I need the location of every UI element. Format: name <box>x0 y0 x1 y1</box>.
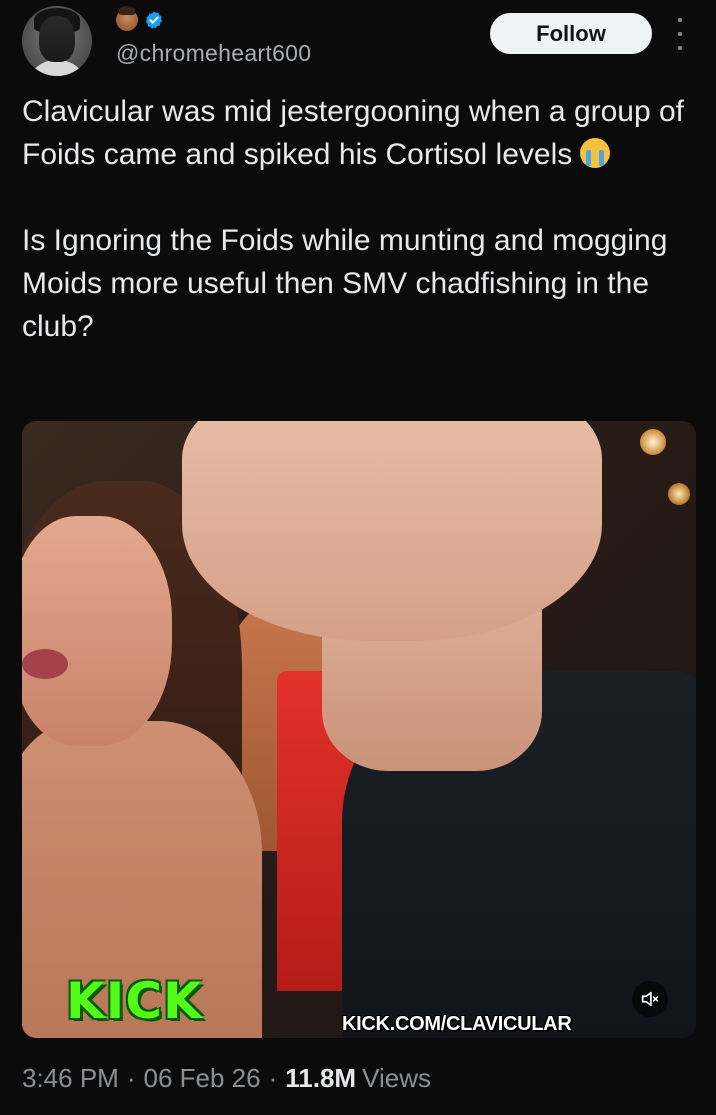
kick-watermark-logo: KICK <box>66 972 203 1030</box>
mute-toggle-button[interactable] <box>632 981 668 1017</box>
kick-watermark-url: KICK.COM/CLAVICULAR <box>342 1013 572 1035</box>
avatar-face <box>39 16 75 62</box>
video-frame <box>22 421 696 1038</box>
meta-separator: · <box>126 1062 136 1093</box>
muted-speaker-icon <box>641 991 659 1007</box>
verified-badge-icon <box>145 11 163 29</box>
tweet-date[interactable]: 06 Feb 26 <box>144 1063 261 1094</box>
avatar-shirt <box>26 60 88 76</box>
views-count: 11.8M <box>285 1062 357 1093</box>
views-label: Views <box>362 1062 431 1093</box>
person-emoji-icon <box>116 6 138 31</box>
follow-button[interactable]: Follow <box>490 13 652 54</box>
author-handle[interactable]: @chromeheart600 <box>116 40 311 67</box>
meta-separator: · <box>268 1062 278 1093</box>
tweet-paragraph-1: Clavicular was mid jestergooning when a … <box>22 90 694 176</box>
more-options-icon[interactable] <box>672 18 688 50</box>
tweet-meta: 3:46 PM · 06 Feb 26 · 11.8M Views <box>22 1060 431 1096</box>
video-player[interactable]: KICK KICK.COM/CLAVICULAR <box>22 421 696 1038</box>
tweet-time[interactable]: 3:46 PM <box>22 1063 119 1094</box>
tweet-text: Clavicular was mid jestergooning when a … <box>22 90 694 348</box>
author-avatar[interactable] <box>22 6 92 76</box>
author-name-row[interactable] <box>116 6 164 34</box>
tweet-paragraph-2: Is Ignoring the Foids while munting and … <box>22 224 668 343</box>
loudly-crying-face-emoji-icon <box>580 138 611 168</box>
